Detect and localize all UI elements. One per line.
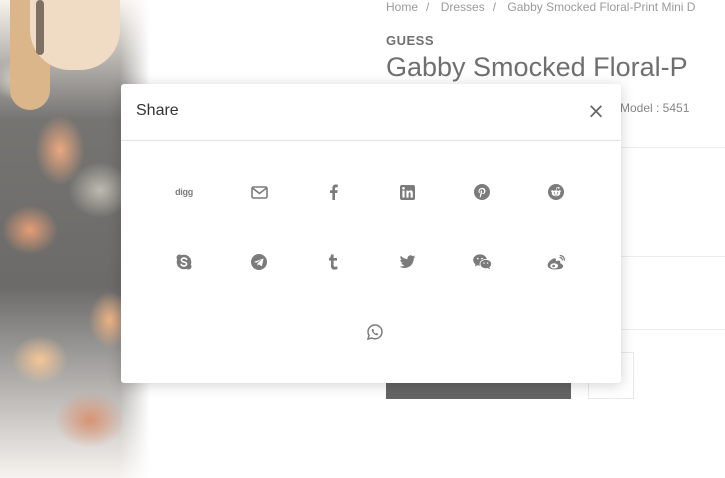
share-whatsapp-button[interactable] [360,317,390,347]
share-telegram-button[interactable] [244,247,274,277]
share-icons-grid: digg [121,141,621,383]
tumblr-icon [328,254,337,270]
share-facebook-button[interactable] [318,177,348,207]
digg-icon: digg [175,187,193,197]
modal-title: Share [136,102,179,119]
share-twitter-button[interactable] [392,247,422,277]
linkedin-icon [399,184,415,200]
reddit-icon [548,184,564,200]
share-linkedin-button[interactable] [392,177,422,207]
share-skype-button[interactable] [169,247,199,277]
skype-icon [176,254,192,270]
share-email-button[interactable] [244,177,274,207]
wechat-icon [472,254,492,270]
share-pinterest-button[interactable] [467,177,497,207]
twitter-icon [399,255,415,268]
share-tumblr-button[interactable] [318,247,348,277]
share-weibo-button[interactable] [541,247,571,277]
share-reddit-button[interactable] [541,177,571,207]
facebook-icon [329,184,338,200]
pinterest-icon [474,184,490,200]
weibo-icon [547,254,565,269]
share-wechat-button[interactable] [467,247,497,277]
share-digg-button[interactable]: digg [169,177,199,207]
email-icon [250,185,268,199]
telegram-icon [251,254,267,270]
whatsapp-icon [367,324,383,340]
close-button[interactable]: × [585,101,607,123]
modal-header: Share × [121,84,621,141]
share-modal: Share × digg [121,84,621,383]
